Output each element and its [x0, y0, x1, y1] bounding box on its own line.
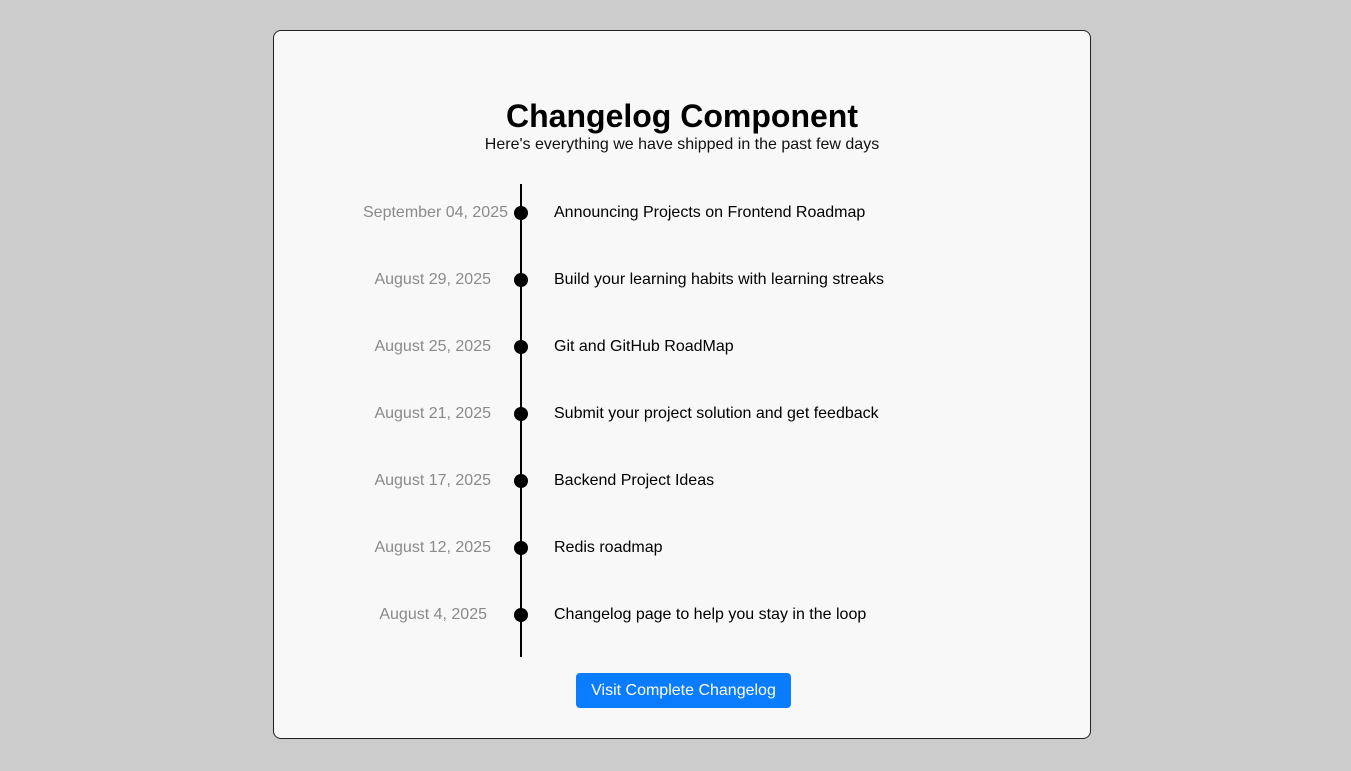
entry-title-link[interactable]: Changelog page to help you stay in the l…	[554, 603, 866, 627]
entry-date: August 25, 2025	[374, 338, 491, 355]
entry-title-link[interactable]: Redis roadmap	[554, 536, 663, 560]
changelog-timeline: September 04, 2025 Announcing Projects o…	[274, 184, 1092, 657]
timeline-dot-icon	[514, 273, 528, 287]
entry-date: August 21, 2025	[374, 405, 491, 422]
timeline-dot-icon	[514, 474, 528, 488]
timeline-dot-icon	[514, 340, 528, 354]
entry-date: August 12, 2025	[374, 539, 491, 556]
changelog-entry: August 12, 2025 Redis roadmap	[274, 536, 1092, 560]
timeline-dot-icon	[514, 407, 528, 421]
entry-title-link[interactable]: Announcing Projects on Frontend Roadmap	[554, 201, 865, 225]
visit-changelog-button[interactable]: Visit Complete Changelog	[576, 673, 791, 708]
entry-date: August 29, 2025	[374, 271, 491, 288]
entry-date: September 04, 2025	[363, 204, 508, 221]
changelog-entry: August 17, 2025 Backend Project Ideas	[274, 469, 1092, 493]
entry-title-link[interactable]: Backend Project Ideas	[554, 469, 714, 493]
timeline-dot-icon	[514, 608, 528, 622]
changelog-entry: August 29, 2025 Build your learning habi…	[274, 268, 1092, 292]
page-title: Changelog Component	[506, 98, 858, 134]
page-subtitle: Here's everything we have shipped in the…	[484, 136, 880, 153]
changelog-entry: August 21, 2025 Submit your project solu…	[274, 402, 1092, 426]
changelog-entry: August 25, 2025 Git and GitHub RoadMap	[274, 335, 1092, 359]
entry-date: August 17, 2025	[374, 472, 491, 489]
timeline-dot-icon	[514, 541, 528, 555]
entry-date: August 4, 2025	[379, 606, 487, 623]
changelog-card: Changelog Component Here's everything we…	[273, 30, 1091, 739]
timeline-dot-icon	[514, 206, 528, 220]
entry-title-link[interactable]: Git and GitHub RoadMap	[554, 335, 734, 359]
changelog-entry: September 04, 2025 Announcing Projects o…	[274, 201, 1092, 225]
entry-title-link[interactable]: Submit your project solution and get fee…	[554, 402, 879, 426]
changelog-entry: August 4, 2025 Changelog page to help yo…	[274, 603, 1092, 627]
entry-title-link[interactable]: Build your learning habits with learning…	[554, 268, 884, 292]
